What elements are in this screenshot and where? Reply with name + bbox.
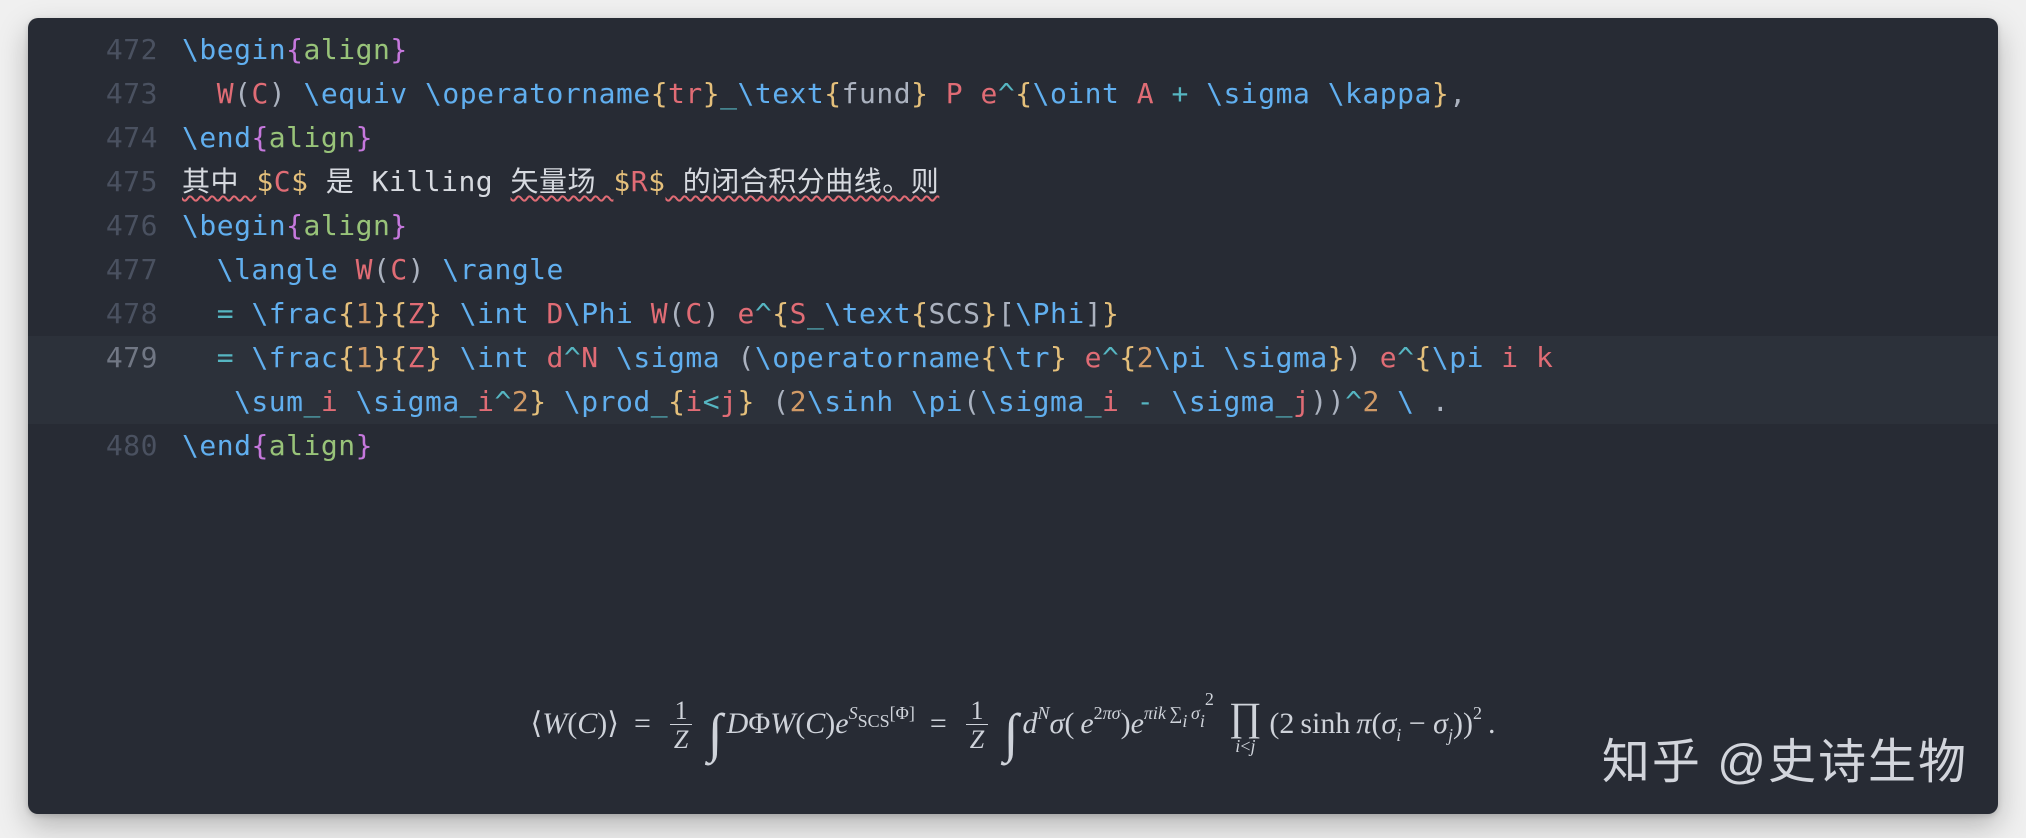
line-number: 474 bbox=[28, 116, 182, 160]
code-line[interactable]: 476 \begin{align} bbox=[28, 204, 1998, 248]
code-content: = \frac{1}{Z} \int d^N \sigma (\operator… bbox=[182, 336, 1998, 380]
code-line[interactable]: 478 = \frac{1}{Z} \int D\Phi W(C) e^{S_\… bbox=[28, 292, 1998, 336]
code-line[interactable]: 473 W(C) \equiv \operatorname{tr}_\text{… bbox=[28, 72, 1998, 116]
code-content: 其中 $C$ 是 Killing 矢量场 $R$ 的闭合积分曲线。则 bbox=[182, 160, 1998, 204]
line-number bbox=[28, 380, 182, 424]
code-content: W(C) \equiv \operatorname{tr}_\text{fund… bbox=[182, 72, 1998, 116]
code-content: \begin{align} bbox=[182, 204, 1998, 248]
code-editor[interactable]: 472 \begin{align} 473 W(C) \equiv \opera… bbox=[28, 18, 1998, 468]
code-content: \sum_i \sigma_i^2} \prod_{i<j} (2\sinh \… bbox=[182, 380, 1998, 424]
code-line[interactable]: 474 \end{align} bbox=[28, 116, 1998, 160]
code-line[interactable]: 475 其中 $C$ 是 Killing 矢量场 $R$ 的闭合积分曲线。则 bbox=[28, 160, 1998, 204]
code-content: \end{align} bbox=[182, 116, 1998, 160]
code-content: = \frac{1}{Z} \int D\Phi W(C) e^{S_\text… bbox=[182, 292, 1998, 336]
code-line[interactable]: 477 \langle W(C) \rangle bbox=[28, 248, 1998, 292]
code-content: \begin{align} bbox=[182, 28, 1998, 72]
line-number: 480 bbox=[28, 424, 182, 468]
code-line[interactable]: 480 \end{align} bbox=[28, 424, 1998, 468]
code-line-wrap[interactable]: \sum_i \sigma_i^2} \prod_{i<j} (2\sinh \… bbox=[28, 380, 1998, 424]
line-number: 472 bbox=[28, 28, 182, 72]
line-number: 478 bbox=[28, 292, 182, 336]
code-line[interactable]: 472 \begin{align} bbox=[28, 28, 1998, 72]
line-number: 475 bbox=[28, 160, 182, 204]
line-number: 479 bbox=[28, 336, 182, 380]
line-number: 476 bbox=[28, 204, 182, 248]
code-content: \langle W(C) \rangle bbox=[182, 248, 1998, 292]
line-number: 473 bbox=[28, 72, 182, 116]
editor-card: 472 \begin{align} 473 W(C) \equiv \opera… bbox=[28, 18, 1998, 814]
latex-preview: ⟨W(C)⟩ = 1Z ∫DΦW(C)eSSCS[Φ] = 1Z ∫dNσ( e… bbox=[28, 689, 1998, 764]
code-line-current[interactable]: 479 = \frac{1}{Z} \int d^N \sigma (\oper… bbox=[28, 336, 1998, 380]
code-content: \end{align} bbox=[182, 424, 1998, 468]
line-number: 477 bbox=[28, 248, 182, 292]
